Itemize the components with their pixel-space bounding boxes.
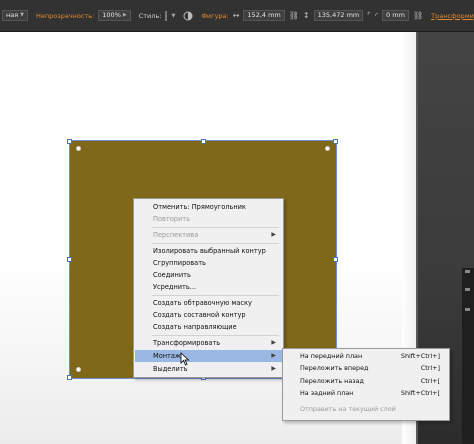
menu-item-redo: Повторить [135, 213, 282, 225]
submenu-item-bring-forward[interactable]: Переложить вперед Ctrl+] [284, 362, 448, 374]
menu-item-undo[interactable]: Отменить: Прямоугольник [135, 201, 282, 213]
submenu-item-label: Переложить вперед [300, 364, 369, 372]
menu-item-label: Соединить [153, 271, 191, 279]
submenu-item-send-to-current-layer: Отправить на текущий слой [284, 403, 448, 415]
menu-item-label: Изолировать выбранный контур [153, 247, 266, 255]
width-arrow-icon: ↔ [232, 11, 240, 20]
style-dropdown[interactable]: ная ▼ [2, 10, 29, 21]
link-corners-icon[interactable]: ⛓ [413, 10, 423, 21]
chevron-down-icon: ▼ [20, 12, 25, 18]
resize-handle-left[interactable] [67, 257, 72, 262]
menu-item-group[interactable]: Сгруппировать [135, 257, 282, 269]
menu-item-label: Выделить [153, 365, 188, 373]
corner-radius-input[interactable]: 0 mm [382, 10, 409, 21]
menu-item-select[interactable]: Выделить ▶ [135, 363, 282, 375]
collapsed-panel-strip[interactable] [462, 268, 474, 444]
menu-item-isolate-path[interactable]: Изолировать выбранный контур [135, 245, 282, 257]
resize-handle-bottom-left[interactable] [67, 375, 72, 380]
graphic-style-swatch[interactable] [165, 10, 168, 21]
mouse-pointer-icon [180, 352, 190, 366]
menu-item-compound-path[interactable]: Создать составной контур [135, 309, 282, 321]
transform-link[interactable]: Трансформирование [431, 12, 474, 20]
resize-handle-top-right[interactable] [333, 139, 338, 144]
recolor-artwork-icon[interactable] [183, 10, 193, 21]
chevron-right-icon: ▶ [122, 12, 127, 18]
menu-item-arrange[interactable]: Монтаж ▶ [135, 350, 282, 362]
menu-item-join[interactable]: Соединить [135, 269, 282, 281]
menu-item-label: Сгруппировать [153, 259, 206, 267]
menu-item-average[interactable]: Усреднить... [135, 281, 282, 293]
context-menu: Отменить: Прямоугольник Повторить Перспе… [133, 198, 284, 378]
live-corner-widget[interactable] [325, 146, 330, 151]
menu-item-label: Создать обтравочную маску [153, 299, 252, 307]
menu-item-label: Монтаж [153, 352, 181, 360]
chevron-right-icon: ▶ [271, 231, 276, 238]
style-dropdown-value: ная [6, 11, 19, 19]
submenu-item-label: На передний план [300, 352, 363, 360]
menu-item-label: Перспектива [153, 231, 199, 239]
menu-item-make-guides[interactable]: Создать направляющие [135, 321, 282, 333]
shortcut-label: Ctrl+[ [420, 377, 440, 385]
chevron-right-icon: ▶ [271, 339, 276, 346]
opacity-input[interactable]: 100% ▶ [98, 10, 131, 21]
live-corner-widget[interactable] [76, 146, 81, 151]
menu-item-clipping-mask[interactable]: Создать обтравочную маску [135, 297, 282, 309]
panel-grip-icon[interactable] [465, 288, 470, 291]
arrange-submenu: На передний план Shift+Ctrl+] Переложить… [282, 348, 450, 421]
shortcut-label: Shift+Ctrl+[ [400, 389, 440, 397]
menu-item-label: Трансформировать [153, 339, 221, 347]
resize-handle-top[interactable] [201, 139, 206, 144]
opacity-value: 100% [102, 11, 121, 19]
control-bar: ная ▼ Непрозрачность: 100% ▶ Стиль: ▼ Фи… [0, 0, 474, 32]
panel-grip-icon[interactable] [465, 308, 470, 311]
chevron-right-icon: ▶ [271, 365, 276, 372]
resize-handle-top-left[interactable] [67, 139, 72, 144]
menu-separator [152, 243, 279, 244]
menu-item-transform[interactable]: Трансформировать ▶ [135, 337, 282, 349]
height-arrow-icon: ↕ [302, 11, 310, 20]
submenu-item-label: Переложить назад [300, 377, 364, 385]
style-label: Стиль: [138, 11, 162, 20]
menu-separator [152, 335, 279, 336]
menu-item-label: Усреднить... [153, 283, 197, 291]
resize-handle-right[interactable] [333, 257, 338, 262]
submenu-item-label: Отправить на текущий слой [300, 405, 396, 413]
height-input[interactable]: 135,472 mm [313, 10, 364, 21]
corner-radius-icon: ◜ [374, 11, 379, 20]
submenu-item-send-backward[interactable]: Переложить назад Ctrl+[ [284, 375, 448, 387]
link-icon[interactable]: ⛓ [289, 10, 299, 21]
panel-grip-icon[interactable] [465, 270, 470, 273]
shape-label[interactable]: Фигура: [201, 12, 228, 20]
submenu-item-label: На задний план [300, 389, 354, 397]
corner-type-icon[interactable]: ⌜ [367, 10, 371, 21]
submenu-item-send-to-back[interactable]: На задний план Shift+Ctrl+[ [284, 387, 448, 399]
menu-item-label: Отменить: Прямоугольник [153, 203, 246, 211]
menu-separator [152, 227, 279, 228]
menu-separator [152, 295, 279, 296]
shortcut-label: Shift+Ctrl+] [400, 352, 440, 360]
menu-item-perspective: Перспектива ▶ [135, 229, 282, 241]
menu-item-label: Повторить [153, 215, 190, 223]
menu-item-label: Создать направляющие [153, 323, 237, 331]
opacity-label[interactable]: Непрозрачность: [36, 12, 94, 20]
chevron-right-icon: ▶ [271, 352, 276, 359]
width-input[interactable]: 152,4 mm [243, 10, 285, 21]
shortcut-label: Ctrl+] [420, 364, 440, 372]
submenu-item-bring-to-front[interactable]: На передний план Shift+Ctrl+] [284, 350, 448, 362]
live-corner-widget[interactable] [76, 367, 81, 372]
menu-item-label: Создать составной контур [153, 311, 246, 319]
chevron-down-icon[interactable]: ▼ [171, 13, 175, 19]
